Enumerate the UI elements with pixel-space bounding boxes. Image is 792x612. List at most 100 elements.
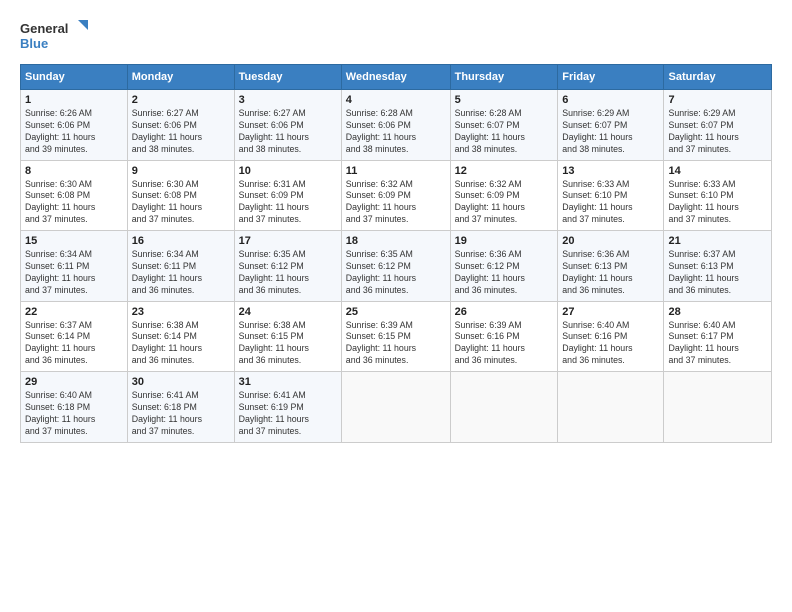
day-info: Sunrise: 6:38 AM Sunset: 6:15 PM Dayligh…	[239, 320, 337, 368]
calendar-cell: 21 Sunrise: 6:37 AM Sunset: 6:13 PM Dayli…	[664, 231, 772, 302]
day-info: Sunrise: 6:27 AM Sunset: 6:06 PM Dayligh…	[132, 108, 230, 156]
calendar-cell: 23Sunrise: 6:38 AM Sunset: 6:14 PM Dayli…	[127, 301, 234, 372]
calendar-cell: 22 Sunrise: 6:37 AM Sunset: 6:14 PM Dayli…	[21, 301, 128, 372]
day-info: Sunrise: 6:29 AM Sunset: 6:07 PM Dayligh…	[668, 108, 767, 156]
day-info: Sunrise: 6:37 AM Sunset: 6:13 PM Dayligh…	[668, 249, 767, 297]
logo: General Blue	[20, 18, 90, 54]
calendar-header-monday: Monday	[127, 65, 234, 90]
day-number: 22	[25, 306, 123, 318]
day-number: 20	[562, 235, 659, 247]
day-info: Sunrise: 6:28 AM Sunset: 6:07 PM Dayligh…	[455, 108, 554, 156]
calendar-table: SundayMondayTuesdayWednesdayThursdayFrid…	[20, 64, 772, 443]
calendar-week-2: 8Sunrise: 6:30 AM Sunset: 6:08 PM Daylig…	[21, 160, 772, 231]
calendar-cell: 7 Sunrise: 6:29 AM Sunset: 6:07 PM Daylig…	[664, 90, 772, 161]
day-number: 9	[132, 165, 230, 177]
svg-text:Blue: Blue	[20, 36, 48, 51]
day-number: 21	[668, 235, 767, 247]
calendar-cell: 17 Sunrise: 6:35 AM Sunset: 6:12 PM Dayli…	[234, 231, 341, 302]
calendar-week-4: 22 Sunrise: 6:37 AM Sunset: 6:14 PM Dayli…	[21, 301, 772, 372]
day-number: 26	[455, 306, 554, 318]
calendar-cell: 19Sunrise: 6:36 AM Sunset: 6:12 PM Dayli…	[450, 231, 558, 302]
calendar-cell: 14Sunrise: 6:33 AM Sunset: 6:10 PM Dayli…	[664, 160, 772, 231]
day-number: 18	[346, 235, 446, 247]
calendar-cell: 11 Sunrise: 6:32 AM Sunset: 6:09 PM Dayli…	[341, 160, 450, 231]
calendar-header-friday: Friday	[558, 65, 664, 90]
calendar-cell: 29Sunrise: 6:40 AM Sunset: 6:18 PM Dayli…	[21, 372, 128, 443]
calendar-cell: 26 Sunrise: 6:39 AM Sunset: 6:16 PM Dayli…	[450, 301, 558, 372]
day-number: 30	[132, 376, 230, 388]
calendar-cell: 3 Sunrise: 6:27 AM Sunset: 6:06 PM Daylig…	[234, 90, 341, 161]
calendar-cell: 10Sunrise: 6:31 AM Sunset: 6:09 PM Dayli…	[234, 160, 341, 231]
day-info: Sunrise: 6:39 AM Sunset: 6:16 PM Dayligh…	[455, 320, 554, 368]
day-number: 17	[239, 235, 337, 247]
day-number: 3	[239, 94, 337, 106]
calendar-header-wednesday: Wednesday	[341, 65, 450, 90]
day-info: Sunrise: 6:37 AM Sunset: 6:14 PM Dayligh…	[25, 320, 123, 368]
calendar-header-row: SundayMondayTuesdayWednesdayThursdayFrid…	[21, 65, 772, 90]
day-info: Sunrise: 6:34 AM Sunset: 6:11 PM Dayligh…	[25, 249, 123, 297]
day-info: Sunrise: 6:41 AM Sunset: 6:19 PM Dayligh…	[239, 390, 337, 438]
calendar-header-tuesday: Tuesday	[234, 65, 341, 90]
day-info: Sunrise: 6:32 AM Sunset: 6:09 PM Dayligh…	[455, 179, 554, 227]
day-number: 2	[132, 94, 230, 106]
calendar-cell: 25 Sunrise: 6:39 AM Sunset: 6:15 PM Dayli…	[341, 301, 450, 372]
svg-text:General: General	[20, 21, 68, 36]
day-number: 6	[562, 94, 659, 106]
day-number: 5	[455, 94, 554, 106]
calendar-cell: 4 Sunrise: 6:28 AM Sunset: 6:06 PM Daylig…	[341, 90, 450, 161]
day-info: Sunrise: 6:35 AM Sunset: 6:12 PM Dayligh…	[239, 249, 337, 297]
calendar-cell	[664, 372, 772, 443]
calendar-cell: 18 Sunrise: 6:35 AM Sunset: 6:12 PM Dayli…	[341, 231, 450, 302]
day-info: Sunrise: 6:33 AM Sunset: 6:10 PM Dayligh…	[562, 179, 659, 227]
day-info: Sunrise: 6:26 AM Sunset: 6:06 PM Dayligh…	[25, 108, 123, 156]
day-info: Sunrise: 6:40 AM Sunset: 6:17 PM Dayligh…	[668, 320, 767, 368]
day-info: Sunrise: 6:29 AM Sunset: 6:07 PM Dayligh…	[562, 108, 659, 156]
day-info: Sunrise: 6:35 AM Sunset: 6:12 PM Dayligh…	[346, 249, 446, 297]
page-header: General Blue	[20, 18, 772, 54]
calendar-cell	[558, 372, 664, 443]
day-number: 4	[346, 94, 446, 106]
calendar-cell: 16Sunrise: 6:34 AM Sunset: 6:11 PM Dayli…	[127, 231, 234, 302]
calendar-header-thursday: Thursday	[450, 65, 558, 90]
day-info: Sunrise: 6:34 AM Sunset: 6:11 PM Dayligh…	[132, 249, 230, 297]
day-number: 11	[346, 165, 446, 177]
day-info: Sunrise: 6:40 AM Sunset: 6:18 PM Dayligh…	[25, 390, 123, 438]
day-number: 23	[132, 306, 230, 318]
calendar-cell: 8Sunrise: 6:30 AM Sunset: 6:08 PM Daylig…	[21, 160, 128, 231]
calendar-cell: 2 Sunrise: 6:27 AM Sunset: 6:06 PM Daylig…	[127, 90, 234, 161]
day-number: 24	[239, 306, 337, 318]
day-info: Sunrise: 6:30 AM Sunset: 6:08 PM Dayligh…	[25, 179, 123, 227]
calendar-cell: 12Sunrise: 6:32 AM Sunset: 6:09 PM Dayli…	[450, 160, 558, 231]
day-number: 10	[239, 165, 337, 177]
day-info: Sunrise: 6:30 AM Sunset: 6:08 PM Dayligh…	[132, 179, 230, 227]
day-number: 7	[668, 94, 767, 106]
calendar-cell	[450, 372, 558, 443]
calendar-header-sunday: Sunday	[21, 65, 128, 90]
calendar-cell	[341, 372, 450, 443]
day-info: Sunrise: 6:36 AM Sunset: 6:13 PM Dayligh…	[562, 249, 659, 297]
calendar-week-5: 29Sunrise: 6:40 AM Sunset: 6:18 PM Dayli…	[21, 372, 772, 443]
calendar-cell: 31 Sunrise: 6:41 AM Sunset: 6:19 PM Dayli…	[234, 372, 341, 443]
calendar-cell: 6 Sunrise: 6:29 AM Sunset: 6:07 PM Daylig…	[558, 90, 664, 161]
day-number: 31	[239, 376, 337, 388]
calendar-cell: 28Sunrise: 6:40 AM Sunset: 6:17 PM Dayli…	[664, 301, 772, 372]
day-number: 1	[25, 94, 123, 106]
day-info: Sunrise: 6:41 AM Sunset: 6:18 PM Dayligh…	[132, 390, 230, 438]
calendar-cell: 13 Sunrise: 6:33 AM Sunset: 6:10 PM Dayli…	[558, 160, 664, 231]
calendar-week-1: 1 Sunrise: 6:26 AM Sunset: 6:06 PM Daylig…	[21, 90, 772, 161]
day-info: Sunrise: 6:39 AM Sunset: 6:15 PM Dayligh…	[346, 320, 446, 368]
calendar-cell: 20 Sunrise: 6:36 AM Sunset: 6:13 PM Dayli…	[558, 231, 664, 302]
logo-svg: General Blue	[20, 18, 90, 54]
day-info: Sunrise: 6:28 AM Sunset: 6:06 PM Dayligh…	[346, 108, 446, 156]
calendar-cell: 24 Sunrise: 6:38 AM Sunset: 6:15 PM Dayli…	[234, 301, 341, 372]
day-info: Sunrise: 6:32 AM Sunset: 6:09 PM Dayligh…	[346, 179, 446, 227]
calendar-header-saturday: Saturday	[664, 65, 772, 90]
day-number: 19	[455, 235, 554, 247]
day-number: 25	[346, 306, 446, 318]
calendar-week-3: 15Sunrise: 6:34 AM Sunset: 6:11 PM Dayli…	[21, 231, 772, 302]
calendar-cell: 27Sunrise: 6:40 AM Sunset: 6:16 PM Dayli…	[558, 301, 664, 372]
day-number: 13	[562, 165, 659, 177]
day-info: Sunrise: 6:27 AM Sunset: 6:06 PM Dayligh…	[239, 108, 337, 156]
calendar-cell: 9 Sunrise: 6:30 AM Sunset: 6:08 PM Daylig…	[127, 160, 234, 231]
calendar-cell: 15Sunrise: 6:34 AM Sunset: 6:11 PM Dayli…	[21, 231, 128, 302]
